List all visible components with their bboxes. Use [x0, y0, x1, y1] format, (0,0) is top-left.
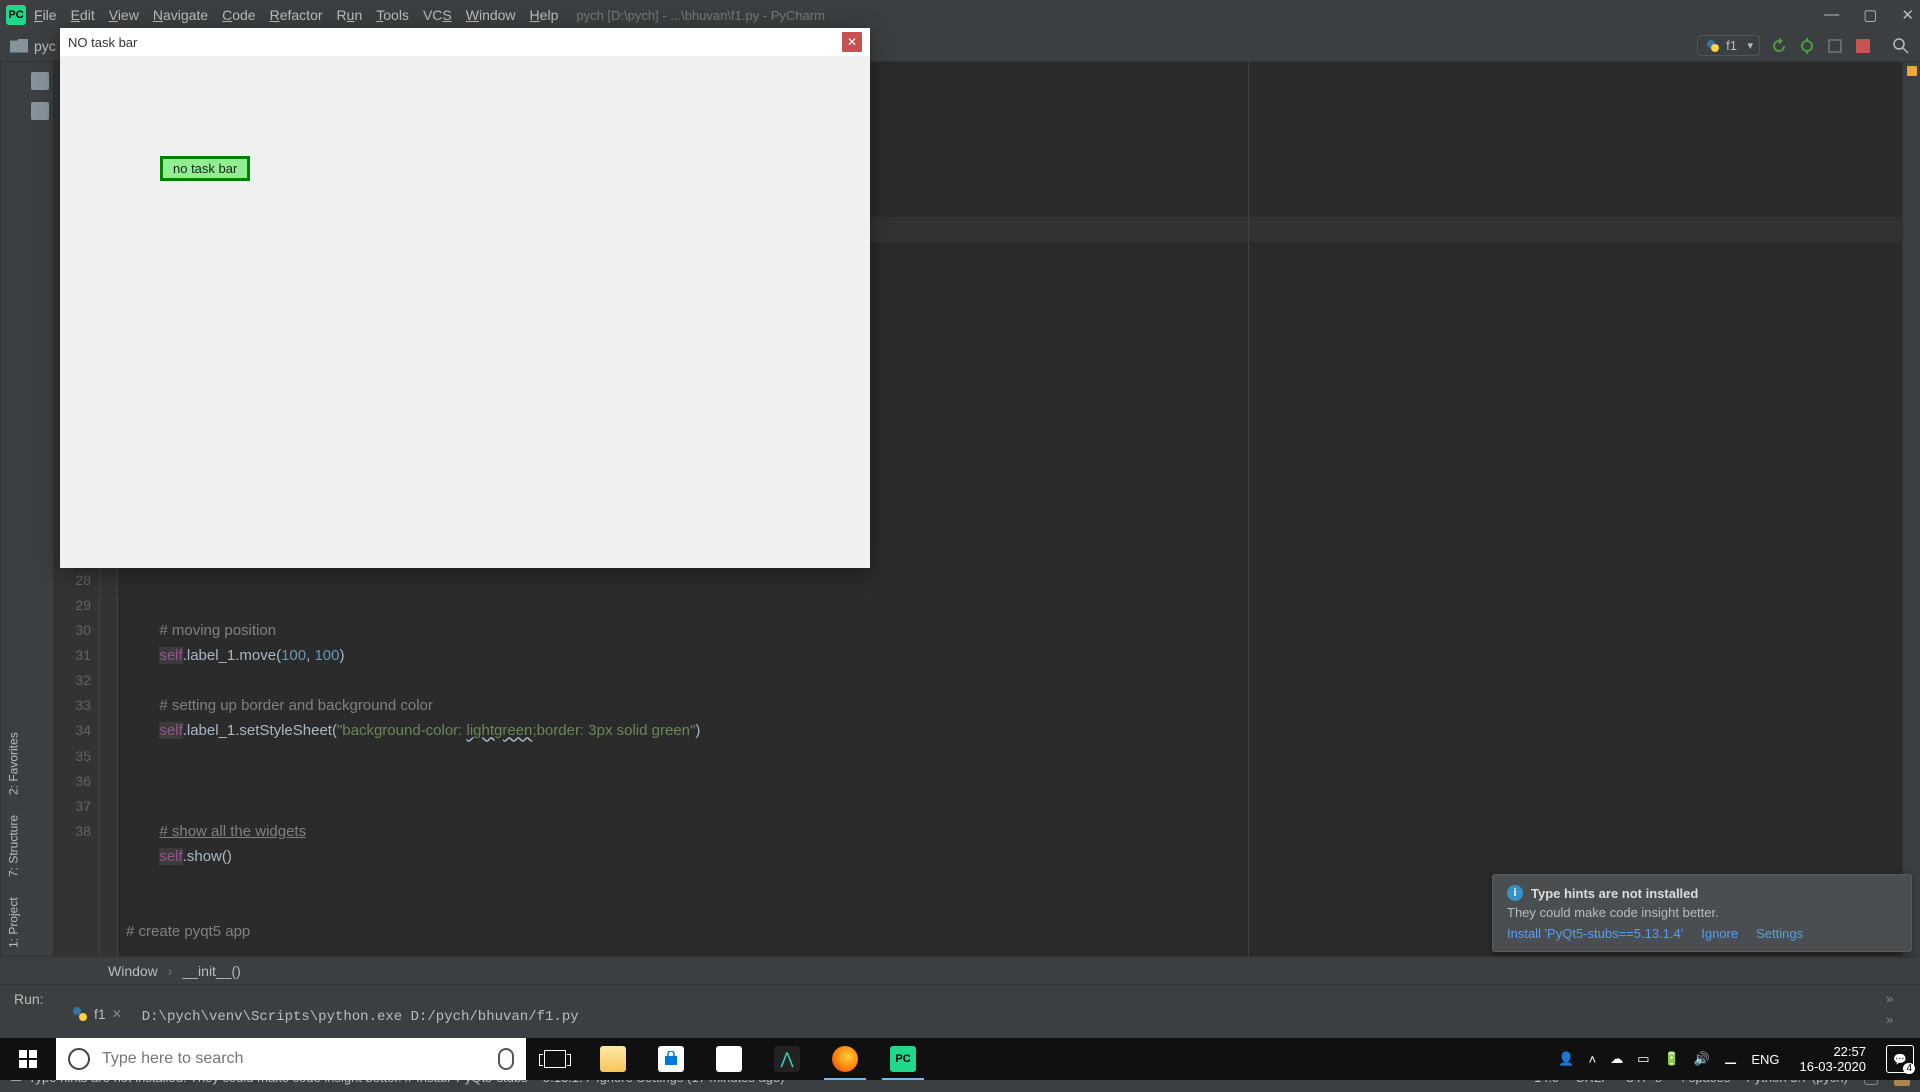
menu-view[interactable]: View: [109, 7, 139, 23]
onedrive-icon[interactable]: ☁: [1610, 1051, 1623, 1067]
menu-window[interactable]: Window: [466, 7, 516, 23]
chevrons-icon[interactable]: »: [1886, 991, 1920, 1006]
notification-balloon: i Type hints are not installed They coul…: [1492, 874, 1912, 952]
pyqt-app-window[interactable]: NO task bar ✕ no task bar: [60, 28, 870, 568]
menu-navigate[interactable]: Navigate: [153, 7, 208, 23]
menu-vcs[interactable]: VCS: [423, 7, 452, 23]
search-input[interactable]: [102, 1050, 486, 1068]
security-icon[interactable]: ▭: [1637, 1051, 1649, 1067]
left-tool-strip: 1: Project 7: Structure 2: Favorites: [0, 62, 26, 956]
tool-structure[interactable]: 7: Structure: [7, 815, 21, 877]
language-indicator[interactable]: ENG: [1751, 1052, 1779, 1067]
crumb-class[interactable]: Window: [108, 963, 158, 979]
python-icon: [72, 1006, 88, 1022]
warning-marker-icon: [1907, 66, 1917, 76]
taskbar-clock[interactable]: 22:57 16-03-2020: [1794, 1044, 1873, 1074]
menu-tools[interactable]: Tools: [376, 7, 409, 23]
cortana-icon: [68, 1048, 90, 1070]
menu-refactor[interactable]: Refactor: [270, 7, 323, 23]
ide-title-text: pych [D:\pych] - ...\bhuvan\f1.py - PyCh…: [576, 8, 825, 23]
windows-logo-icon: [19, 1050, 37, 1068]
toolwindow-icon[interactable]: [31, 102, 49, 120]
taskbar-tray: 👤 ˄ ☁ ▭ 🔋 🔊 ⚊ ENG 22:57 16-03-2020 💬4: [1558, 1044, 1920, 1074]
chevrons-icon[interactable]: »: [1886, 1012, 1920, 1027]
tool-project[interactable]: 1: Project: [7, 897, 21, 948]
editor-scrollbar[interactable]: [1902, 62, 1920, 956]
clock-time: 22:57: [1800, 1044, 1867, 1059]
pycharm-app-icon: PC: [6, 5, 26, 25]
editor-breadcrumbs: Window › __init__(): [0, 956, 1920, 984]
taskbar-app-pycharm[interactable]: PC: [874, 1038, 932, 1080]
toolwindow-icon[interactable]: [31, 72, 49, 90]
notif-ignore-link[interactable]: Ignore: [1701, 926, 1738, 941]
windows-taskbar: ✉ ⋀ PC 👤 ˄ ☁ ▭ 🔋 🔊 ⚊ ENG 22:57 16-03-202…: [0, 1038, 1920, 1080]
run-tab-label: f1: [94, 1006, 106, 1022]
notif-settings-link[interactable]: Settings: [1756, 926, 1803, 941]
clock-date: 16-03-2020: [1800, 1059, 1867, 1074]
tray-chevron-icon[interactable]: ˄: [1589, 1052, 1597, 1067]
menu-run[interactable]: Run: [337, 7, 363, 23]
battery-icon[interactable]: 🔋: [1664, 1051, 1680, 1067]
run-tool-window: Run: f1 ✕ D:\pych\venv\Scripts\python.ex…: [0, 984, 1920, 1038]
task-view-button[interactable]: [526, 1038, 584, 1080]
run-side-icons: » »: [1876, 985, 1920, 1038]
taskbar-app-firefox[interactable]: [816, 1038, 874, 1080]
ide-titlebar: PC File Edit View Navigate Code Refactor…: [0, 0, 1920, 30]
window-minimize-icon[interactable]: —: [1824, 6, 1839, 24]
menu-help[interactable]: Help: [530, 7, 559, 23]
taskbar-app-explorer[interactable]: [584, 1038, 642, 1080]
info-icon: i: [1507, 885, 1523, 901]
run-config-combo[interactable]: f1: [1697, 35, 1760, 56]
breadcrumb-root[interactable]: pyc: [34, 38, 56, 54]
python-icon: [1706, 39, 1720, 53]
notif-title: Type hints are not installed: [1531, 886, 1698, 901]
pyqt-label: no task bar: [160, 156, 250, 181]
taskbar-search[interactable]: [56, 1038, 526, 1080]
menu-edit[interactable]: Edit: [71, 7, 95, 23]
crumb-method[interactable]: __init__(): [182, 963, 240, 979]
search-icon[interactable]: [1892, 37, 1910, 55]
stop-icon[interactable]: [1854, 37, 1872, 55]
action-center-icon[interactable]: 💬4: [1886, 1045, 1914, 1073]
window-close-icon[interactable]: ✕: [1901, 6, 1914, 24]
run-label: Run:: [0, 985, 64, 1038]
chevron-right-icon: ›: [168, 963, 173, 979]
taskbar-app-mail[interactable]: ✉: [700, 1038, 758, 1080]
notif-count: 4: [1903, 1063, 1915, 1074]
close-icon[interactable]: ✕: [112, 1007, 122, 1021]
start-button[interactable]: [0, 1038, 56, 1080]
run-output: D:\pych\venv\Scripts\python.exe D:/pych/…: [130, 985, 1876, 1038]
ide-menu: File Edit View Navigate Code Refactor Ru…: [34, 7, 558, 23]
window-maximize-icon[interactable]: ▢: [1863, 6, 1877, 24]
tool-favorites[interactable]: 2: Favorites: [7, 733, 21, 796]
close-icon[interactable]: ✕: [842, 32, 862, 52]
volume-icon[interactable]: 🔊: [1694, 1051, 1710, 1067]
left-icon-strip: [26, 62, 54, 956]
taskbar-app-predator[interactable]: ⋀: [758, 1038, 816, 1080]
right-margin-line: [1248, 62, 1249, 956]
rerun-icon[interactable]: [1770, 37, 1788, 55]
wifi-icon[interactable]: ⚊: [1724, 1050, 1737, 1068]
pyqt-window-title: NO task bar: [68, 35, 137, 50]
debug-icon[interactable]: [1798, 37, 1816, 55]
people-icon[interactable]: 👤: [1558, 1051, 1574, 1067]
run-tab-f1[interactable]: f1 ✕: [64, 1004, 130, 1024]
notif-install-link[interactable]: Install 'PyQt5-stubs==5.13.1.4': [1507, 926, 1683, 941]
run-config-label: f1: [1726, 38, 1737, 53]
menu-file[interactable]: File: [34, 7, 57, 23]
folder-icon: [10, 39, 28, 53]
menu-code[interactable]: Code: [222, 7, 255, 23]
coverage-icon[interactable]: [1826, 37, 1844, 55]
taskbar-app-store[interactable]: [642, 1038, 700, 1080]
notif-body: They could make code insight better.: [1507, 905, 1897, 920]
mic-icon[interactable]: [498, 1048, 514, 1070]
pyqt-titlebar[interactable]: NO task bar ✕: [60, 28, 870, 56]
